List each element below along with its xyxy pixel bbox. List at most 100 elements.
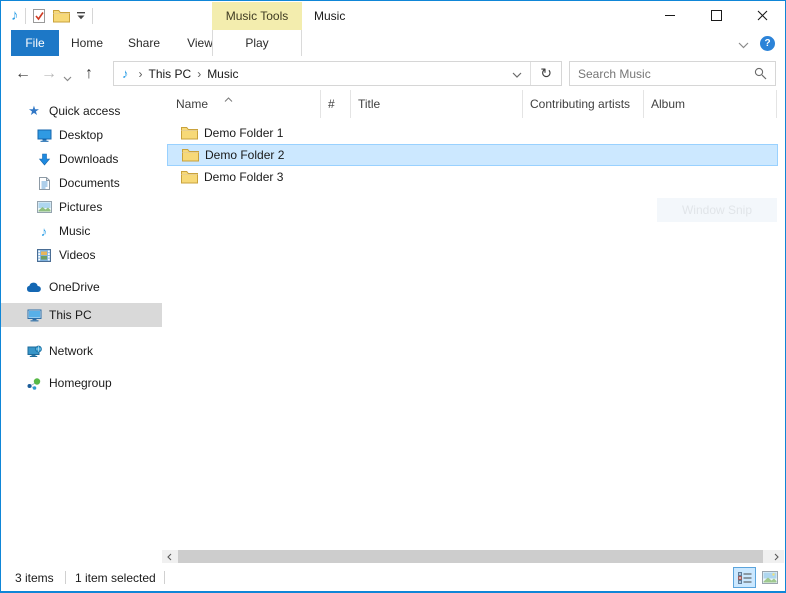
film-icon: [35, 249, 53, 262]
sidebar-item-label: Pictures: [59, 200, 102, 214]
large-icons-view-button[interactable]: [758, 567, 781, 588]
back-button[interactable]: ←: [15, 57, 31, 90]
sidebar-item-label: Network: [49, 344, 93, 358]
quick-access-star-icon: ★: [25, 103, 43, 119]
sidebar-item-label: Music: [59, 224, 90, 238]
new-folder-icon[interactable]: [53, 9, 70, 23]
up-button[interactable]: ↑: [85, 57, 93, 90]
file-row-demo-folder-1[interactable]: Demo Folder 1: [167, 122, 778, 144]
sidebar-item-label: Videos: [59, 248, 95, 262]
app-music-note-icon: ♪: [11, 8, 19, 23]
details-view-button[interactable]: [733, 567, 756, 588]
maximize-button[interactable]: [693, 1, 739, 30]
ribbon-tab-row: File Home Share View Play ?: [1, 30, 785, 58]
cloud-icon: [25, 282, 43, 293]
contextual-tab-group-music-tools: Music Tools: [212, 2, 302, 30]
minimize-button[interactable]: [647, 1, 693, 30]
document-icon: [35, 176, 53, 191]
navigation-pane: ★ Quick access Desktop Downloads: [1, 90, 161, 564]
properties-icon[interactable]: [32, 8, 47, 24]
search-box: [569, 61, 776, 86]
location-music-icon: ♪: [122, 66, 129, 81]
horizontal-scrollbar[interactable]: [162, 550, 784, 563]
sidebar-item-homegroup[interactable]: Homegroup: [1, 371, 185, 395]
sidebar-item-onedrive[interactable]: OneDrive: [1, 275, 185, 299]
homegroup-icon: [25, 377, 43, 390]
collapse-ribbon-icon[interactable]: [738, 38, 749, 52]
sidebar-item-label: Downloads: [59, 152, 118, 166]
scrollbar-thumb[interactable]: [178, 550, 763, 563]
toolbar-separator: [25, 8, 26, 24]
sidebar-item-label: This PC: [49, 308, 92, 322]
column-header-title[interactable]: Title: [351, 90, 523, 118]
tab-home[interactable]: Home: [59, 30, 115, 56]
file-row-demo-folder-3[interactable]: Demo Folder 3: [167, 166, 778, 188]
breadcrumb-music[interactable]: Music: [207, 67, 238, 81]
file-name: Demo Folder 3: [204, 170, 283, 184]
network-icon: [25, 345, 43, 358]
quick-access-toolbar: ♪: [11, 1, 93, 30]
forward-button[interactable]: →: [41, 57, 57, 90]
column-header-contributing-artists[interactable]: Contributing artists: [523, 90, 644, 118]
status-bar: 3 items 1 item selected: [1, 564, 785, 591]
breadcrumb-separator: ›: [197, 67, 201, 81]
folder-icon: [182, 148, 199, 162]
folder-icon: [181, 170, 198, 184]
column-header-name[interactable]: Name: [169, 90, 321, 118]
file-name: Demo Folder 1: [204, 126, 283, 140]
search-input[interactable]: [570, 67, 746, 81]
search-icon[interactable]: [746, 67, 775, 80]
window-snip-ghost: Window Snip: [657, 198, 777, 222]
folder-icon: [181, 126, 198, 140]
file-list-pane: Name # Title Contributing artists Album …: [162, 90, 785, 564]
customize-toolbar-icon[interactable]: [76, 11, 86, 20]
sidebar-item-label: OneDrive: [49, 280, 100, 294]
column-header-album[interactable]: Album: [644, 90, 777, 118]
address-row: ← → ↑ ♪ › This PC › Music ↻: [1, 57, 785, 90]
picture-icon: [35, 201, 53, 213]
items-count: 3 items: [15, 571, 54, 585]
refresh-button[interactable]: ↻: [530, 62, 561, 85]
close-icon: [757, 10, 768, 21]
large-icons-view-icon: [762, 571, 778, 584]
refresh-icon: ↻: [540, 65, 552, 82]
scroll-left-icon[interactable]: [162, 550, 177, 563]
title-bar: ♪ Music Tools Music: [1, 1, 785, 30]
sidebar-item-label: Desktop: [59, 128, 103, 142]
details-view-icon: [738, 572, 752, 584]
computer-icon: [25, 309, 43, 322]
sort-ascending-icon: [224, 92, 233, 106]
music-note-icon: ♪: [35, 224, 53, 239]
tab-share[interactable]: Share: [115, 30, 173, 56]
close-button[interactable]: [739, 1, 785, 30]
file-row-demo-folder-2[interactable]: Demo Folder 2: [167, 144, 778, 166]
address-bar[interactable]: ♪ › This PC › Music ↻: [113, 61, 562, 86]
breadcrumb-separator: ›: [139, 67, 143, 81]
sidebar-item-label: Documents: [59, 176, 120, 190]
column-header-number[interactable]: #: [321, 90, 351, 118]
maximize-icon: [711, 10, 722, 21]
desktop-icon: [35, 129, 53, 142]
address-dropdown-icon[interactable]: [504, 67, 530, 81]
explorer-window: ♪ Music Tools Music File Home Share: [0, 0, 786, 593]
status-separator: [164, 571, 165, 584]
breadcrumb-this-pc[interactable]: This PC: [149, 67, 192, 81]
recent-locations-icon[interactable]: [63, 71, 72, 85]
sidebar-item-quick-access[interactable]: ★ Quick access: [1, 99, 185, 123]
toolbar-separator: [92, 8, 93, 24]
file-name: Demo Folder 2: [205, 148, 284, 162]
selection-count: 1 item selected: [75, 571, 156, 585]
sidebar-item-this-pc[interactable]: This PC: [1, 303, 185, 327]
tab-file[interactable]: File: [11, 30, 59, 56]
download-arrow-icon: [35, 153, 53, 166]
sidebar-item-network[interactable]: Network: [1, 339, 185, 363]
status-separator: [65, 571, 66, 584]
window-controls: [647, 1, 785, 30]
minimize-icon: [665, 15, 675, 16]
help-button[interactable]: ?: [760, 36, 775, 51]
sidebar-item-label: Quick access: [49, 104, 120, 118]
sidebar-item-label: Homegroup: [49, 376, 112, 390]
scroll-right-icon[interactable]: [769, 550, 784, 563]
window-title: Music: [314, 9, 345, 23]
tab-play[interactable]: Play: [212, 30, 302, 56]
